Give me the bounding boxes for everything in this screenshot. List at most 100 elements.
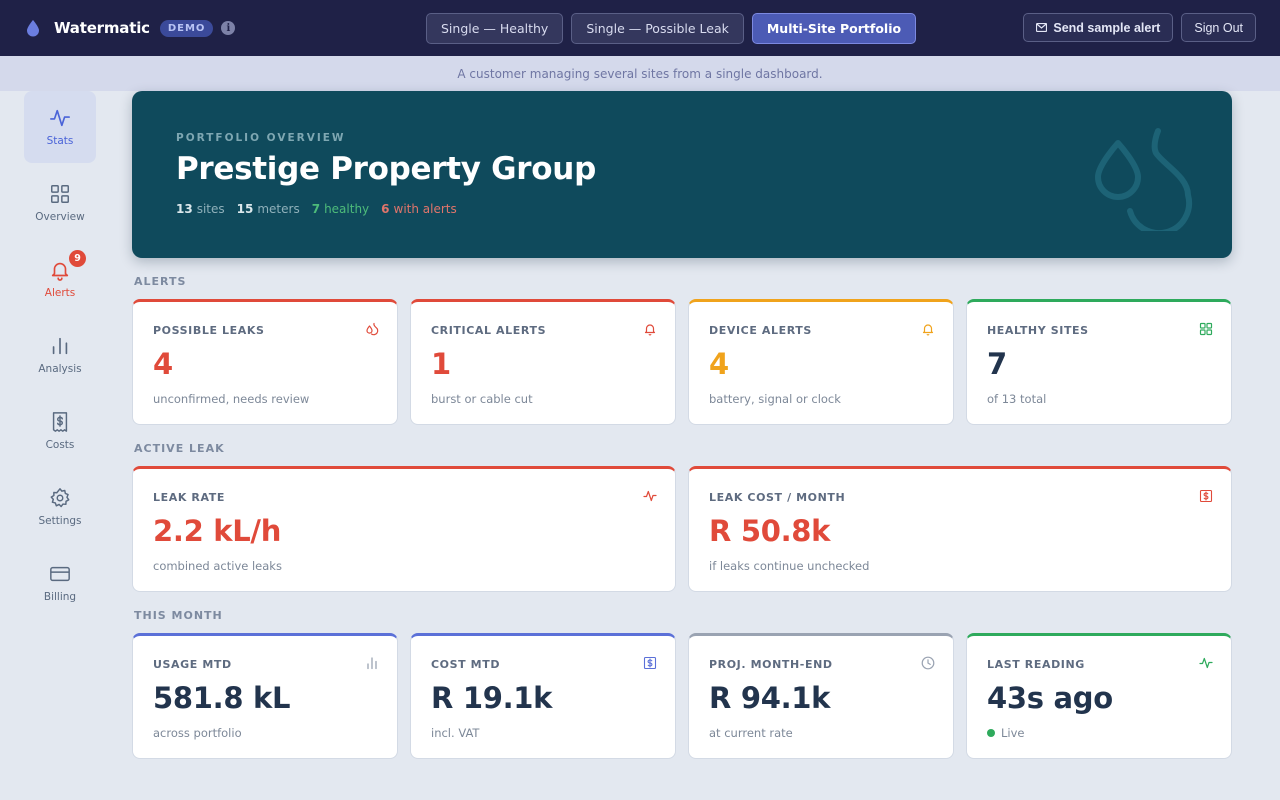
card-subtitle: combined active leaks: [153, 559, 282, 573]
critical-alerts-card[interactable]: CRITICAL ALERTS 1 burst or cable cut: [410, 299, 676, 425]
receipt-icon: [52, 412, 68, 432]
cost-mtd-card[interactable]: COST MTD R 19.1k incl. VAT: [410, 633, 676, 759]
sidebar-item-overview[interactable]: Overview: [24, 167, 96, 239]
send-sample-alert-label: Send sample alert: [1053, 20, 1161, 35]
grid-icon: [51, 185, 69, 203]
scenario-switcher: Single — Healthy Single — Possible Leak …: [426, 13, 917, 44]
projected-month-end-card[interactable]: PROJ. MONTH-END R 94.1k at current rate: [688, 633, 954, 759]
send-sample-alert-button[interactable]: Send sample alert: [1023, 13, 1174, 42]
meters-stat: 15 meters: [236, 202, 300, 216]
card-subtitle: Live: [987, 726, 1024, 740]
card-subtitle: if leaks continue unchecked: [709, 559, 870, 573]
sidebar-item-label: Analysis: [38, 363, 82, 375]
grid-icon: [1199, 322, 1213, 336]
card-value: R 50.8k: [709, 514, 831, 548]
last-reading-card[interactable]: LAST READING 43s ago Live: [966, 633, 1232, 759]
card-title: LEAK COST / MONTH: [709, 491, 846, 504]
water-drop-icon: [27, 20, 39, 37]
portfolio-hero: PORTFOLIO OVERVIEW Prestige Property Gro…: [132, 91, 1232, 258]
card-value: 43s ago: [987, 681, 1113, 715]
card-title: HEALTHY SITES: [987, 324, 1089, 337]
card-value: R 94.1k: [709, 681, 831, 715]
card-title: LEAK RATE: [153, 491, 225, 504]
bar-chart-icon: [367, 657, 377, 670]
card-subtitle: of 13 total: [987, 392, 1047, 406]
alerts-stat: 6 with alerts: [381, 202, 457, 216]
bell-icon: [922, 324, 934, 336]
sidebar-item-billing[interactable]: Billing: [24, 547, 96, 619]
sidebar-item-label: Overview: [35, 211, 85, 223]
card-title: PROJ. MONTH-END: [709, 658, 833, 671]
activity-icon: [1199, 657, 1213, 669]
card-title: LAST READING: [987, 658, 1085, 671]
portfolio-summary: 13 sites 15 meters 7 healthy 6 with alerts: [176, 202, 457, 216]
sign-out-button[interactable]: Sign Out: [1181, 13, 1256, 42]
live-status-label: Live: [1001, 726, 1025, 740]
info-icon[interactable]: i: [221, 21, 236, 35]
clock-icon: [921, 656, 935, 670]
brand: Watermatic DEMO i: [26, 0, 236, 56]
card-title: COST MTD: [431, 658, 501, 671]
scenario-multi-site-button[interactable]: Multi-Site Portfolio: [751, 13, 917, 44]
section-label-alerts: ALERTS: [134, 275, 187, 288]
device-alerts-card[interactable]: DEVICE ALERTS 4 battery, signal or clock: [688, 299, 954, 425]
card-subtitle: burst or cable cut: [431, 392, 533, 406]
leak-rate-card[interactable]: LEAK RATE 2.2 kL/h combined active leaks: [132, 466, 676, 592]
section-label-active-leak: ACTIVE LEAK: [134, 442, 225, 455]
bell-icon: [51, 262, 69, 281]
sidebar-item-settings[interactable]: Settings: [24, 471, 96, 543]
activity-icon: [643, 490, 657, 502]
usage-mtd-card[interactable]: USAGE MTD 581.8 kL across portfolio: [132, 633, 398, 759]
dollar-receipt-icon: [643, 656, 657, 670]
sidebar: Stats Overview Alerts 9 Analysis Costs S…: [24, 91, 96, 623]
demo-badge: DEMO: [159, 19, 214, 37]
app-name: Watermatic: [54, 19, 150, 37]
card-title: POSSIBLE LEAKS: [153, 324, 265, 337]
sites-stat: 13 sites: [176, 202, 225, 216]
sidebar-item-label: Alerts: [44, 287, 76, 299]
sidebar-item-label: Stats: [46, 135, 74, 147]
activity-icon: [50, 109, 70, 127]
top-actions: Send sample alert Sign Out: [1023, 13, 1256, 42]
sidebar-item-alerts[interactable]: Alerts 9: [24, 243, 96, 315]
hero-eyebrow: PORTFOLIO OVERVIEW: [176, 132, 346, 144]
card-value: 2.2 kL/h: [153, 514, 282, 548]
scenario-single-healthy-button[interactable]: Single — Healthy: [426, 13, 564, 44]
card-value: R 19.1k: [431, 681, 553, 715]
card-subtitle: unconfirmed, needs review: [153, 392, 310, 406]
mail-icon: [1036, 23, 1048, 32]
sidebar-item-analysis[interactable]: Analysis: [24, 319, 96, 391]
card-title: CRITICAL ALERTS: [431, 324, 547, 337]
bell-icon: [644, 324, 656, 336]
healthy-sites-card[interactable]: HEALTHY SITES 7 of 13 total: [966, 299, 1232, 425]
sidebar-item-label: Billing: [43, 591, 77, 603]
sidebar-item-stats[interactable]: Stats: [24, 91, 96, 163]
scenario-single-leak-button[interactable]: Single — Possible Leak: [571, 13, 744, 44]
card-subtitle: incl. VAT: [431, 726, 480, 740]
card-subtitle: across portfolio: [153, 726, 242, 740]
card-title: USAGE MTD: [153, 658, 232, 671]
gear-icon: [50, 488, 70, 508]
card-value: 7: [987, 347, 1007, 381]
bar-chart-icon: [52, 337, 68, 355]
card-value: 4: [153, 347, 173, 381]
credit-card-icon: [50, 566, 70, 582]
card-value: 4: [709, 347, 729, 381]
healthy-stat: 7 healthy: [311, 202, 370, 216]
scenario-description: A customer managing several sites from a…: [0, 56, 1280, 91]
sidebar-item-label: Settings: [38, 515, 82, 527]
sidebar-item-costs[interactable]: Costs: [24, 395, 96, 467]
card-value: 581.8 kL: [153, 681, 291, 715]
dollar-receipt-icon: [1199, 489, 1213, 503]
card-title: DEVICE ALERTS: [709, 324, 812, 337]
drops-icon: [366, 322, 379, 336]
top-bar: Watermatic DEMO i Single — Healthy Singl…: [0, 0, 1280, 56]
water-drops-icon: [1095, 128, 1193, 231]
card-subtitle: at current rate: [709, 726, 793, 740]
leak-cost-card[interactable]: LEAK COST / MONTH R 50.8k if leaks conti…: [688, 466, 1232, 592]
card-value: 1: [431, 347, 451, 381]
possible-leaks-card[interactable]: POSSIBLE LEAKS 4 unconfirmed, needs revi…: [132, 299, 398, 425]
page-title: Prestige Property Group: [176, 151, 596, 187]
live-status-dot: [987, 729, 995, 737]
sidebar-item-label: Costs: [45, 439, 75, 451]
